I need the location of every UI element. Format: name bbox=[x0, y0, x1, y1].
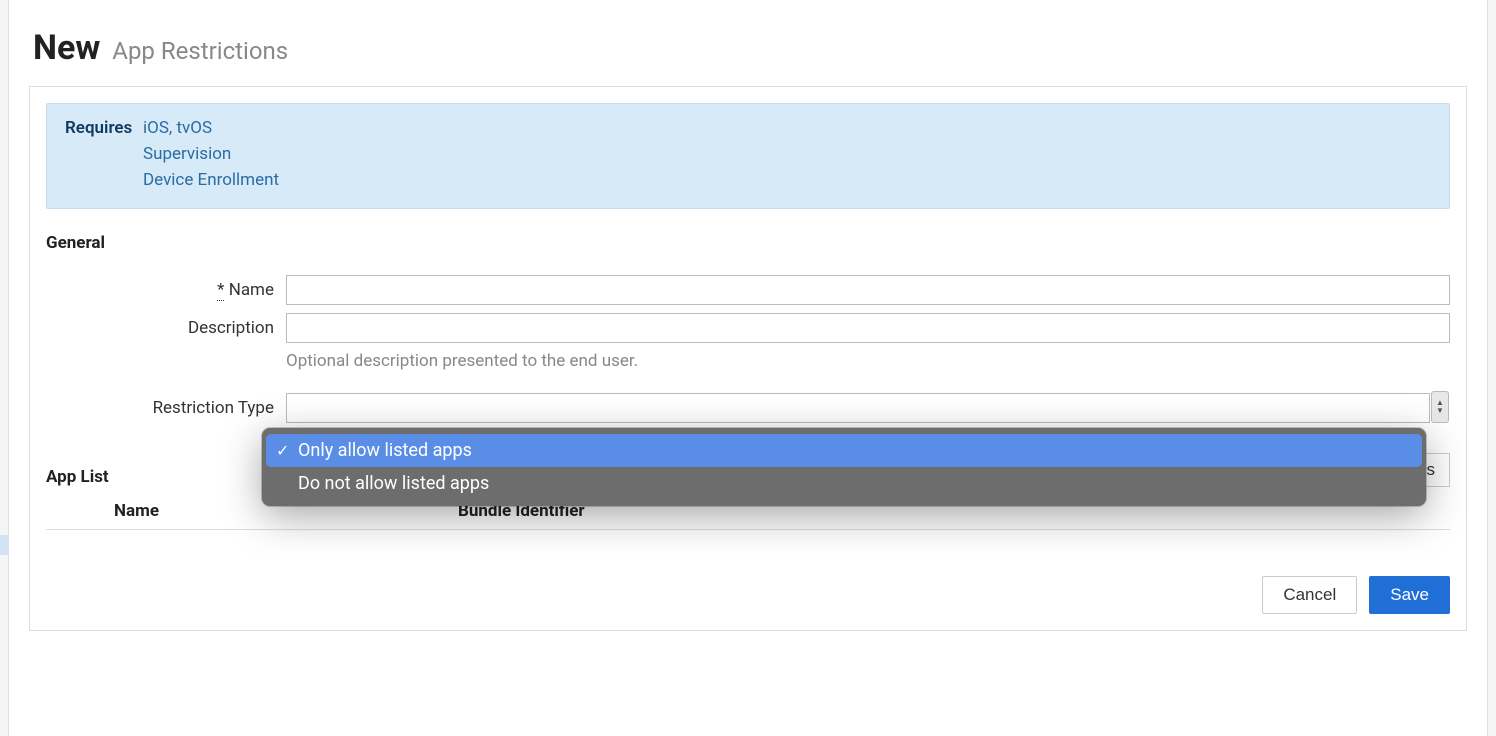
save-button[interactable]: Save bbox=[1369, 576, 1450, 614]
cancel-button[interactable]: Cancel bbox=[1262, 576, 1357, 614]
restriction-type-dropdown[interactable]: ✓ Only allow listed apps Do not allow li… bbox=[262, 428, 1426, 506]
dropdown-option-disallow[interactable]: Do not allow listed apps bbox=[266, 467, 1422, 500]
restriction-type-select[interactable]: ▲▼ bbox=[286, 393, 1430, 423]
description-helper: Optional description presented to the en… bbox=[286, 351, 1450, 371]
content-card: Requires iOS, tvOS Supervision Device En… bbox=[29, 86, 1467, 631]
dropdown-option-allow[interactable]: ✓ Only allow listed apps bbox=[266, 434, 1422, 467]
dropdown-option-disallow-label: Do not allow listed apps bbox=[298, 473, 489, 494]
footer-actions: Cancel Save bbox=[46, 576, 1450, 614]
requires-label: Requires bbox=[65, 118, 143, 138]
form-row-description: Description bbox=[46, 313, 1450, 343]
requires-link-platforms[interactable]: iOS, tvOS bbox=[143, 118, 279, 138]
description-label: Description bbox=[46, 318, 286, 338]
form-row-restriction-type: Restriction Type ▲▼ bbox=[46, 393, 1450, 423]
section-title-general: General bbox=[46, 233, 1450, 253]
name-label-text: Name bbox=[229, 280, 274, 300]
page-subtitle: App Restrictions bbox=[112, 37, 288, 65]
required-star: * bbox=[217, 280, 224, 301]
form-row-name: * Name bbox=[46, 275, 1450, 305]
select-stepper-icon: ▲▼ bbox=[1431, 391, 1449, 423]
dropdown-option-allow-label: Only allow listed apps bbox=[298, 440, 472, 461]
name-input[interactable] bbox=[286, 275, 1450, 305]
page-header: New App Restrictions bbox=[9, 0, 1487, 86]
restriction-type-label: Restriction Type bbox=[46, 398, 286, 418]
page-title: New bbox=[33, 28, 100, 68]
requires-link-enrollment[interactable]: Device Enrollment bbox=[143, 170, 279, 190]
requires-items: iOS, tvOS Supervision Device Enrollment bbox=[143, 118, 279, 190]
section-title-applist: App List bbox=[46, 467, 109, 487]
page-container: New App Restrictions Requires iOS, tvOS … bbox=[8, 0, 1488, 736]
check-icon: ✓ bbox=[276, 441, 298, 460]
requires-link-supervision[interactable]: Supervision bbox=[143, 144, 279, 164]
requires-box: Requires iOS, tvOS Supervision Device En… bbox=[46, 103, 1450, 209]
description-input[interactable] bbox=[286, 313, 1450, 343]
name-label-col: * Name bbox=[46, 280, 286, 300]
